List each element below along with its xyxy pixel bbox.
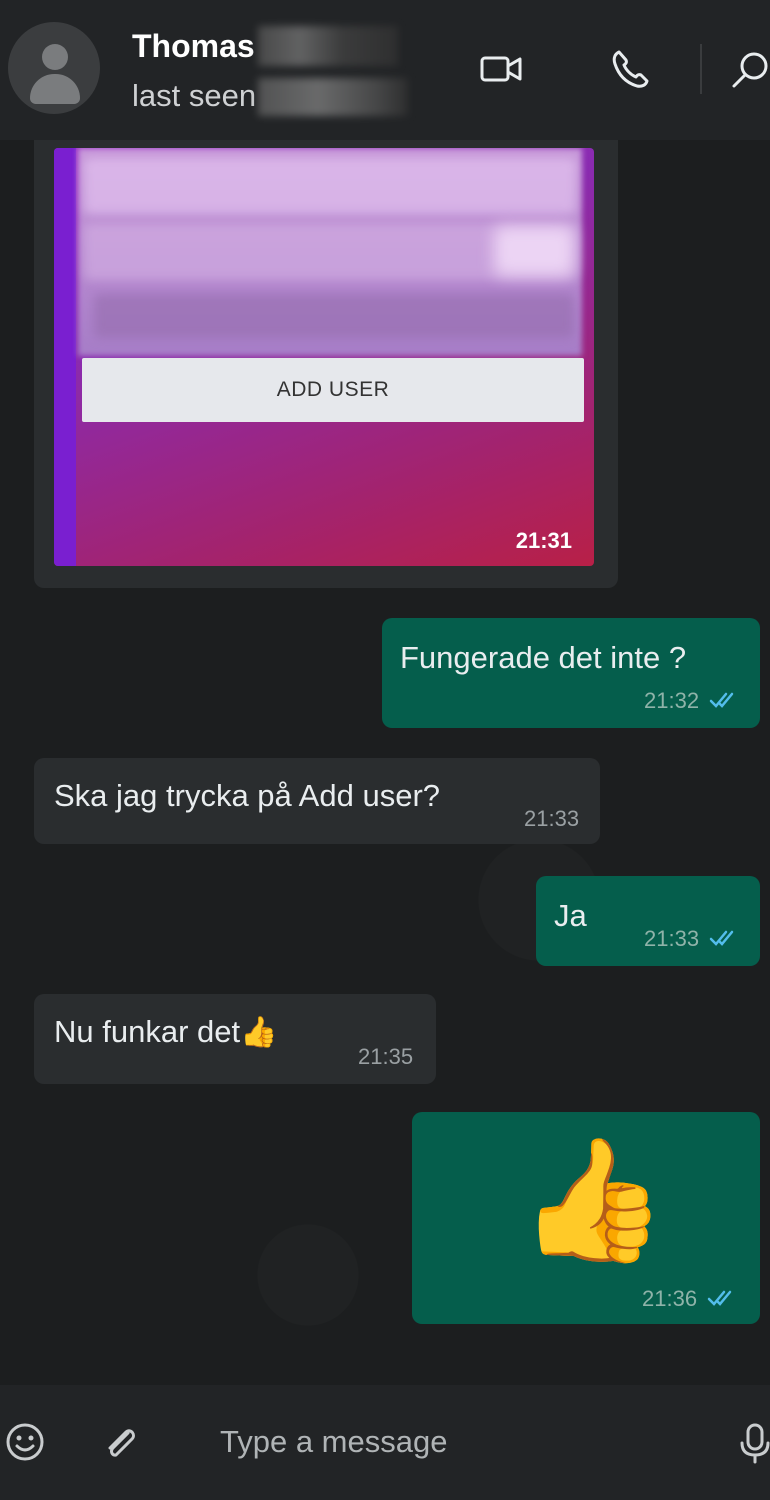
- incoming-message[interactable]: Nu funkar det👍 21:35: [34, 994, 436, 1084]
- outgoing-emoji-message[interactable]: 👍 21:36: [412, 1112, 760, 1324]
- image-blurred-field: [84, 158, 576, 214]
- chat-header[interactable]: Thomas last seen: [0, 0, 770, 140]
- header-divider: [700, 44, 702, 94]
- search-icon[interactable]: [728, 46, 770, 92]
- image-side-strip: [54, 148, 76, 566]
- message-time: 21:33: [644, 926, 700, 951]
- contact-name[interactable]: Thomas: [132, 28, 255, 65]
- last-seen-status: last seen: [132, 78, 257, 113]
- message-time: 21:31: [515, 528, 572, 553]
- double-check-icon: [709, 930, 734, 946]
- redacted-surname: [258, 26, 398, 66]
- thumbs-up-emoji: 👍: [240, 1016, 278, 1049]
- outgoing-message[interactable]: Fungerade det inte ? 21:32: [382, 618, 760, 728]
- message-text: Fungerade det inte ?: [400, 640, 687, 675]
- redacted-last-seen-time: [258, 78, 408, 116]
- image-blurred-field: [94, 294, 574, 338]
- message-text: Ska jag trycka på Add user?: [54, 778, 441, 813]
- shared-image[interactable]: ADD USER 21:31: [54, 148, 594, 566]
- outgoing-message[interactable]: Ja 21:33: [536, 876, 760, 966]
- avatar-icon[interactable]: [8, 22, 100, 114]
- incoming-message[interactable]: Ska jag trycka på Add user? 21:33: [34, 758, 600, 844]
- message-text: Nu funkar det: [54, 1014, 241, 1049]
- message-time: 21:32: [644, 688, 700, 713]
- message-time: 21:35: [358, 1044, 414, 1069]
- message-input[interactable]: [200, 1409, 722, 1475]
- emoji-icon[interactable]: [2, 1419, 48, 1465]
- image-add-user-label: ADD USER: [82, 358, 584, 422]
- double-check-icon: [709, 692, 734, 708]
- chat-window: ADD USER 21:31 Thomas last seen Fungerad…: [0, 0, 770, 1500]
- message-time: 21:33: [524, 806, 580, 831]
- message-text-row: Nu funkar det👍: [54, 1014, 277, 1050]
- attach-icon[interactable]: [98, 1419, 144, 1465]
- message-composer: [0, 1385, 770, 1500]
- image-blurred-spot: [494, 226, 574, 276]
- voice-call-icon[interactable]: [607, 46, 653, 92]
- double-check-icon: [707, 1290, 732, 1306]
- message-text: Ja: [554, 898, 587, 933]
- video-call-icon[interactable]: [478, 46, 524, 92]
- image-message-bubble[interactable]: ADD USER 21:31: [34, 120, 618, 588]
- thumbs-up-emoji: 👍: [518, 1133, 668, 1267]
- microphone-icon[interactable]: [732, 1419, 770, 1465]
- message-time: 21:36: [642, 1286, 698, 1311]
